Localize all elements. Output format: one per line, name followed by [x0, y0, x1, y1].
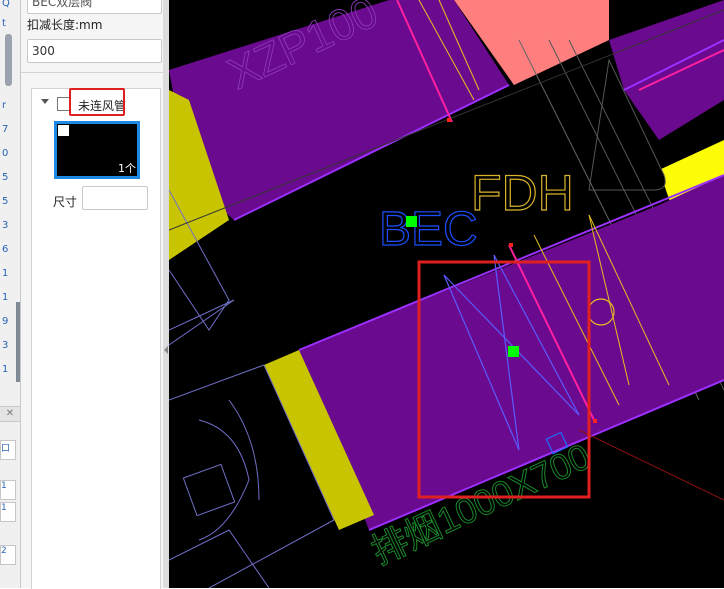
property-panel: BEC双层阀 扣减长度:mm 300 未连风管 1个 尺寸 — [21, 0, 169, 589]
left-strip-char: r — [2, 100, 7, 111]
left-strip-char: 3 — [2, 340, 9, 351]
component-thumbnail[interactable]: 1个 — [54, 121, 140, 179]
thumbnail-checkbox[interactable] — [58, 125, 69, 136]
grip-point[interactable] — [447, 118, 451, 122]
grip-point[interactable] — [509, 243, 513, 247]
deduct-length-input[interactable]: 300 — [27, 39, 162, 63]
left-strip-char: 6 — [2, 244, 9, 255]
fdh-label: FDH — [471, 165, 574, 221]
grip-point[interactable] — [593, 419, 597, 423]
left-strip-char: 1 — [2, 364, 9, 375]
label-highlight-box — [69, 88, 125, 116]
left-strip-char: 1 — [2, 292, 9, 303]
close-icon[interactable]: ✕ — [0, 406, 20, 422]
panel-divider — [21, 72, 169, 73]
left-strip-char: 1 — [2, 268, 9, 279]
size-input[interactable] — [82, 186, 148, 210]
bec-label: BEC — [379, 203, 478, 256]
size-label: 尺寸 — [53, 195, 78, 209]
left-strip-char: 3 — [2, 220, 9, 231]
left-strip-cell[interactable]: 口 — [0, 440, 16, 460]
component-name-field[interactable]: BEC双层阀 — [27, 0, 162, 14]
left-strip-scroll-indicator[interactable] — [16, 302, 20, 382]
thumbnail-count: 1个 — [118, 162, 136, 175]
left-strip-char: 9 — [2, 316, 9, 327]
grip-point[interactable] — [508, 346, 519, 357]
left-strip-cell[interactable]: 2 — [0, 545, 16, 565]
left-strip-char: Q — [2, 0, 10, 9]
cad-viewport[interactable]: XZP100 FDH BEC 排烟1000X700 — [169, 0, 724, 588]
grip-point[interactable] — [406, 216, 417, 227]
deduct-length-label: 扣减长度:mm — [27, 18, 103, 32]
left-strip-scrollbar[interactable] — [5, 34, 12, 86]
left-strip-char: 0 — [2, 148, 9, 159]
left-strip-cell[interactable]: 1 — [0, 502, 16, 522]
expand-arrow-icon[interactable] — [41, 99, 49, 104]
unconnected-duct-group: 未连风管 1个 尺寸 — [31, 88, 161, 589]
left-strip-char: 5 — [2, 196, 9, 207]
cad-drawing: XZP100 FDH BEC 排烟1000X700 — [169, 0, 724, 588]
left-strip-cell[interactable]: 1 — [0, 480, 16, 500]
left-strip-char: 5 — [2, 172, 9, 183]
left-strip-char: 7 — [2, 124, 9, 135]
left-strip-char: t — [2, 18, 6, 29]
collapse-arrow-icon[interactable] — [164, 346, 168, 354]
left-dock-strip: Q t r 7 0 5 5 3 6 1 1 9 3 1 ✕ 口 1 1 2 — [0, 0, 21, 588]
